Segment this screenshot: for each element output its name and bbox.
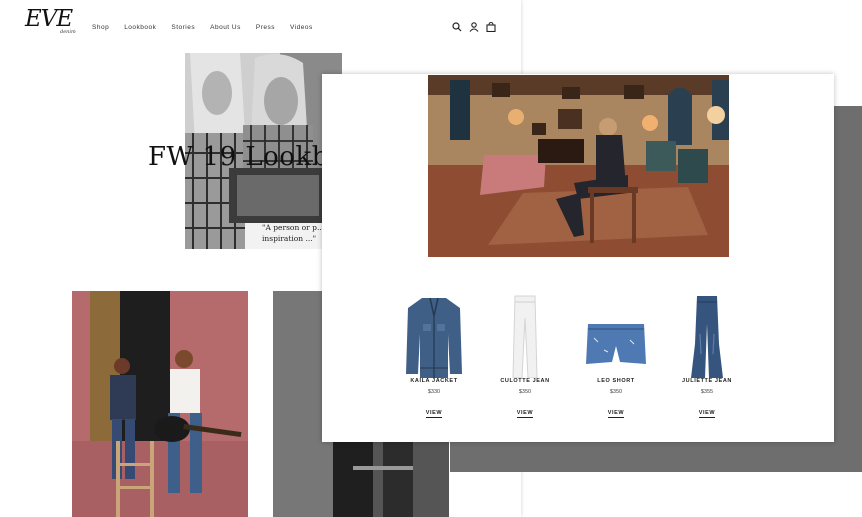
bag-icon[interactable] [486,22,496,32]
view-link[interactable]: VIEW [425,410,443,418]
nav-item-stories[interactable]: Stories [171,24,195,31]
product-name[interactable]: KAILA JACKET [389,378,479,384]
product-price: $350 [518,389,532,395]
nav-item-press[interactable]: Press [256,24,275,31]
product-card[interactable]: CULOTTE JEAN $350 VIEW [480,294,570,419]
product-card[interactable]: KAILA JACKET $330 VIEW [389,294,479,419]
lookbook-interior-photo[interactable] [428,75,729,257]
product-image-jacket[interactable] [404,294,464,378]
user-icon[interactable] [469,22,479,32]
brand-logo-sub: denim [60,29,76,35]
search-icon[interactable] [452,22,462,32]
nav-item-lookbook[interactable]: Lookbook [124,24,156,31]
product-price: $355 [700,389,714,395]
view-link[interactable]: VIEW [516,410,534,418]
product-image-flare-jean[interactable] [677,294,737,378]
view-link[interactable]: VIEW [607,410,625,418]
main-nav: Shop Lookbook Stories About Us Press Vid… [92,24,313,31]
product-card[interactable]: LEO SHORT $350 VIEW [571,294,661,419]
product-row: KAILA JACKET $330 VIEW CULOTTE JEAN $350… [389,294,809,442]
product-image-white-jean[interactable] [495,294,555,378]
nav-item-about-us[interactable]: About Us [210,24,241,31]
front-page: KAILA JACKET $330 VIEW CULOTTE JEAN $350… [322,74,834,442]
product-price: $330 [427,389,441,395]
nav-item-videos[interactable]: Videos [290,24,313,31]
lookbook-photo-guitar[interactable] [72,291,248,517]
view-link[interactable]: VIEW [698,410,716,418]
product-image-short[interactable] [586,294,646,378]
brand-logo[interactable]: EVE [25,8,73,31]
product-price: $350 [609,389,623,395]
nav-icons [452,22,496,32]
product-card[interactable]: JULIETTE JEAN $355 VIEW [662,294,752,419]
product-name[interactable]: LEO SHORT [571,378,661,384]
product-name[interactable]: JULIETTE JEAN [662,378,752,384]
product-name[interactable]: CULOTTE JEAN [480,378,570,384]
nav-item-shop[interactable]: Shop [92,24,109,31]
